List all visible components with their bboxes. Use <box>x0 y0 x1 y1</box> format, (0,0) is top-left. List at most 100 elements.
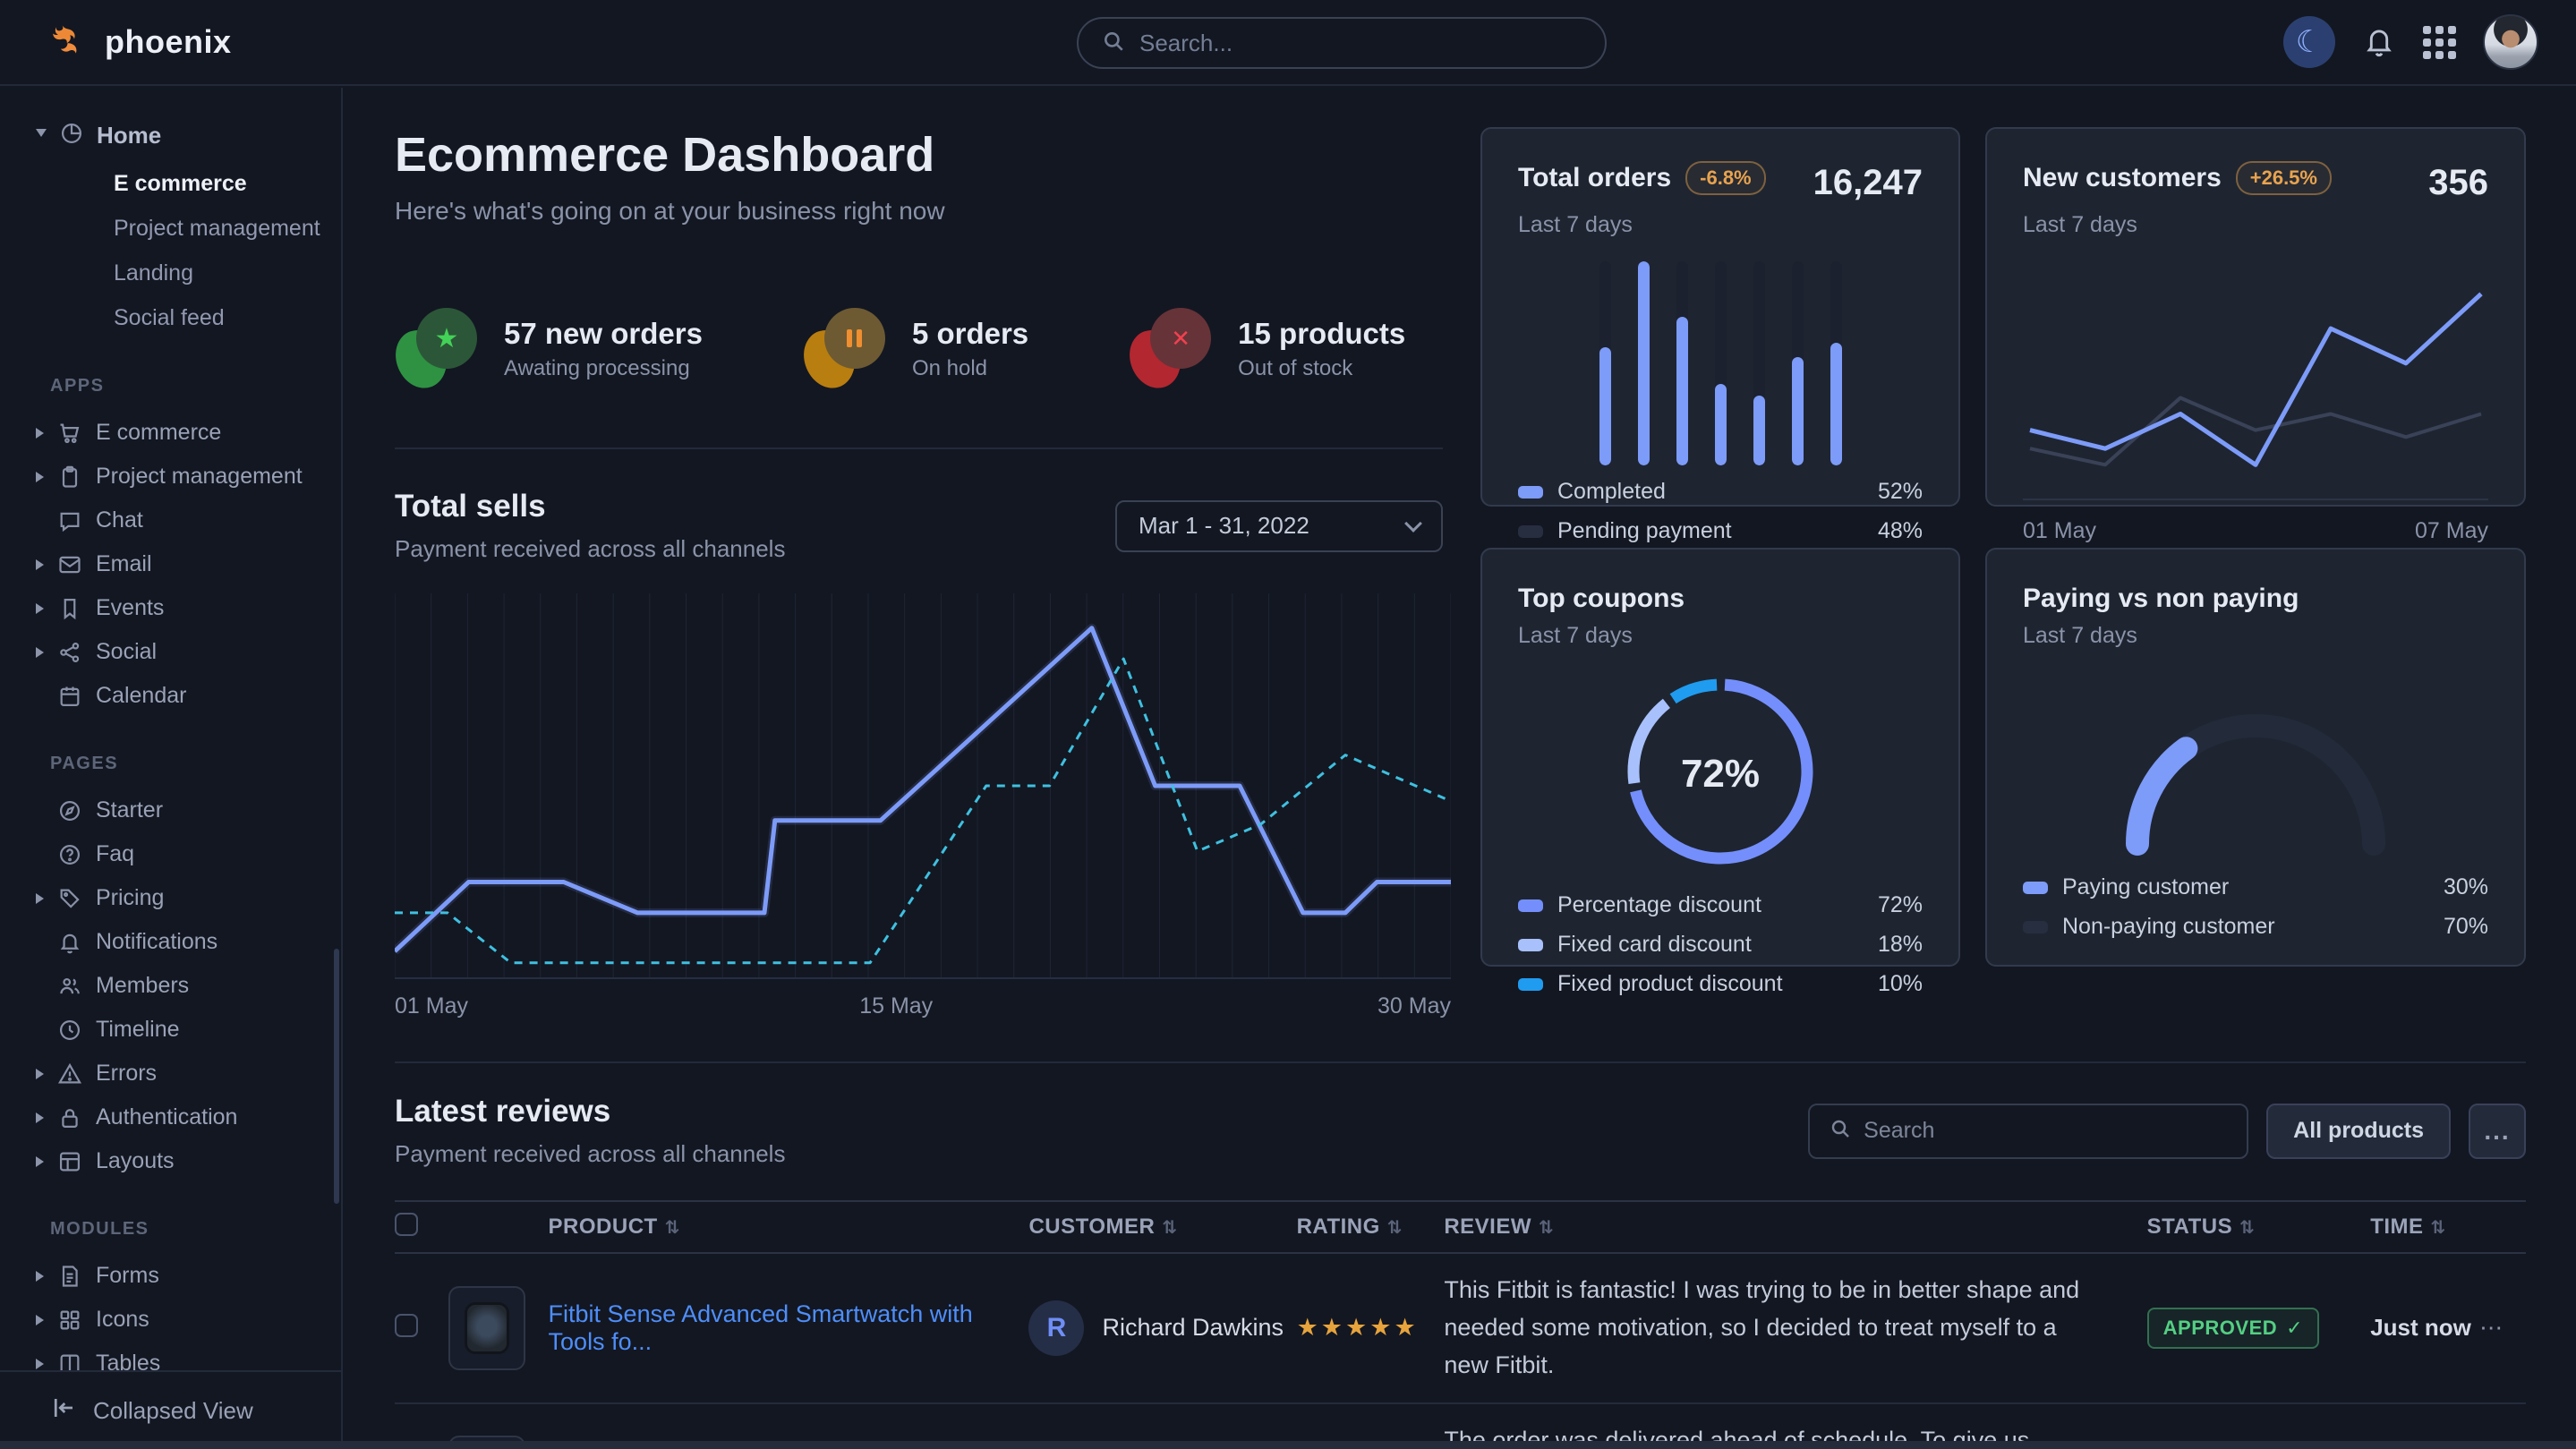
user-avatar[interactable] <box>2483 14 2538 70</box>
theme-toggle-button[interactable]: ☾ <box>2283 16 2335 68</box>
sidebar-section-title: PAGES <box>0 754 341 774</box>
row-more-button[interactable]: ⋯ <box>2479 1314 2504 1342</box>
sidebar-item-label: Project management <box>96 464 303 490</box>
time-cell: Just now <box>2370 1253 2479 1403</box>
divider <box>395 1061 2526 1063</box>
bar-fill <box>1830 343 1842 465</box>
stat-text: 57 new ordersAwating processing <box>504 317 703 381</box>
sidebar-item-chat[interactable]: Chat <box>0 499 341 542</box>
stat-out-of-stock: ✕15 productsOut of stock <box>1129 306 1405 392</box>
collapse-icon <box>50 1394 77 1428</box>
legend-item-percentage-discount: Percentage discount72% <box>1518 892 1923 918</box>
sidebar-item-label: Notifications <box>96 929 218 955</box>
sidebar-item-starter[interactable]: Starter <box>0 788 341 832</box>
column-header-customer[interactable]: CUSTOMER⇅ <box>1028 1201 1296 1253</box>
brand-logo[interactable]: phoenix <box>0 20 232 65</box>
legend-label: Percentage discount <box>1557 892 1761 918</box>
sidebar-item-notifications[interactable]: Notifications <box>0 920 341 964</box>
card-title: Paying vs non paying <box>2023 584 2299 614</box>
sidebar-item-label: Calendar <box>96 683 186 709</box>
sidebar-subitem-project-management[interactable]: Project management <box>0 206 341 251</box>
caret-down-icon <box>36 129 47 142</box>
column-label: PRODUCT <box>549 1215 658 1239</box>
sidebar-item-forms[interactable]: Forms <box>0 1254 341 1298</box>
sidebar-item-label: Layouts <box>96 1148 175 1174</box>
cart-icon <box>57 421 82 446</box>
stat-value: 5 orders <box>912 317 1028 351</box>
sidebar-item-social[interactable]: Social <box>0 630 341 674</box>
sidebar-item-calendar[interactable]: Calendar <box>0 674 341 718</box>
card-period: Last 7 days <box>2023 623 2488 649</box>
mail-icon <box>57 552 82 577</box>
caret-right-icon <box>36 1112 44 1123</box>
sidebar-item-icons[interactable]: Icons <box>0 1298 341 1342</box>
row-checkbox[interactable] <box>395 1314 418 1337</box>
collapsed-view-toggle[interactable]: Collapsed View <box>0 1370 341 1449</box>
customers-line-chart <box>2023 238 2488 508</box>
product-link[interactable]: Fitbit Sense Advanced Smartwatch with To… <box>549 1300 973 1355</box>
caret-right-icon <box>36 1359 44 1369</box>
sidebar-item-timeline[interactable]: Timeline <box>0 1008 341 1052</box>
sidebar-item-project-management[interactable]: Project management <box>0 455 341 499</box>
sidebar-item-errors[interactable]: Errors <box>0 1052 341 1095</box>
legend-swatch <box>1518 899 1543 912</box>
users-icon <box>57 974 82 999</box>
sidebar-item-label: Faq <box>96 841 134 867</box>
apps-menu-button[interactable] <box>2423 26 2456 59</box>
sidebar-item-home[interactable]: Home <box>0 115 341 156</box>
customer: RRichard Dawkins <box>1028 1300 1296 1356</box>
paying-legend: Paying customer30%Non-paying customer70% <box>2023 861 2488 940</box>
star-filled-icon: ★ <box>1369 1314 1394 1341</box>
column-header-review[interactable]: REVIEW⇅ <box>1444 1201 2146 1253</box>
sidebar-item-pricing[interactable]: Pricing <box>0 876 341 920</box>
column-header-time[interactable]: TIME⇅ <box>2370 1201 2479 1253</box>
sidebar-item-events[interactable]: Events <box>0 586 341 630</box>
green-blob: ★ <box>395 306 481 392</box>
column-header-rating[interactable]: RATING⇅ <box>1297 1201 1445 1253</box>
kpi-cards: Total orders -6.8% 16,247 Last 7 days Co… <box>1480 127 2526 1029</box>
search-input[interactable] <box>1139 30 1582 57</box>
global-search[interactable] <box>1077 17 1607 69</box>
stat-value: 15 products <box>1238 317 1405 351</box>
page-title: Ecommerce Dashboard <box>395 127 1443 183</box>
legend-value: 18% <box>1878 932 1923 958</box>
customer-name: Richard Dawkins <box>1102 1314 1284 1342</box>
card-period: Last 7 days <box>1518 623 1923 649</box>
sidebar-item-members[interactable]: Members <box>0 964 341 1008</box>
all-products-button[interactable]: All products <box>2266 1104 2451 1159</box>
column-label: TIME <box>2370 1215 2423 1239</box>
orders-legend: Completed52%Pending payment48% <box>1518 465 1923 544</box>
sidebar-item-faq[interactable]: Faq <box>0 832 341 876</box>
bar-fill <box>1753 396 1765 465</box>
sidebar-subitem-social-feed[interactable]: Social feed <box>0 295 341 340</box>
column-header-status[interactable]: STATUS⇅ <box>2147 1201 2371 1253</box>
sidebar-subitem-landing[interactable]: Landing <box>0 251 341 295</box>
sidebar-item-layouts[interactable]: Layouts <box>0 1139 341 1183</box>
sidebar-subitem-e-commerce[interactable]: E commerce <box>0 161 341 206</box>
legend-item-paying-customer: Paying customer30% <box>2023 874 2488 900</box>
caret-right-icon <box>36 1315 44 1325</box>
app-window: phoenix ☾ HomeE commerceProject manageme… <box>0 0 2576 1449</box>
more-options-button[interactable]: ... <box>2469 1104 2526 1159</box>
clipboard-icon <box>57 465 82 490</box>
sidebar-item-e-commerce[interactable]: E commerce <box>0 411 341 455</box>
caret-right-icon <box>36 1271 44 1282</box>
calendar-icon <box>57 684 82 709</box>
reviews-search-input[interactable] <box>1864 1118 2227 1144</box>
sidebar-scrollbar[interactable] <box>334 949 339 1204</box>
sidebar-item-authentication[interactable]: Authentication <box>0 1095 341 1139</box>
stat-text: 5 ordersOn hold <box>912 317 1028 381</box>
column-header-product[interactable]: PRODUCT⇅ <box>549 1201 1029 1253</box>
column-label: REVIEW <box>1444 1215 1531 1239</box>
card-value: 16,247 <box>1813 163 1923 203</box>
select-all-checkbox[interactable] <box>395 1213 418 1236</box>
horizontal-scrollbar[interactable] <box>0 1441 2576 1449</box>
bar-track <box>1792 261 1804 465</box>
star-filled-icon: ★ <box>1321 1314 1345 1341</box>
notifications-button[interactable] <box>2362 24 2396 61</box>
date-range-select[interactable]: Mar 1 - 31, 2022 <box>1115 500 1443 552</box>
sidebar-item-label: Social <box>96 639 157 665</box>
sidebar-item-email[interactable]: Email <box>0 542 341 586</box>
stat-label: Out of stock <box>1238 356 1405 381</box>
reviews-search[interactable] <box>1808 1104 2248 1159</box>
